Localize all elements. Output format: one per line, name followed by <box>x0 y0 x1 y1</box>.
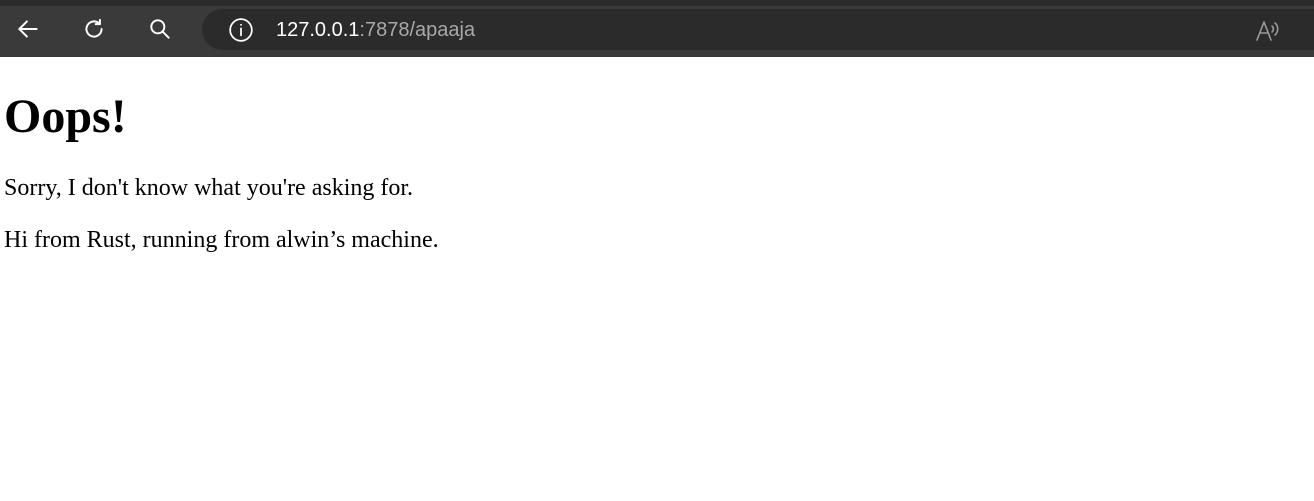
address-bar[interactable]: 127.0.0.1:7878/apaaja <box>202 9 1314 50</box>
browser-toolbar: 127.0.0.1:7878/apaaja <box>0 0 1314 57</box>
reload-icon[interactable] <box>77 12 111 46</box>
read-aloud-icon[interactable] <box>1254 17 1282 45</box>
url-path: :7878/apaaja <box>359 19 476 41</box>
error-message: Sorry, I don't know what you're asking f… <box>4 175 414 201</box>
info-icon[interactable] <box>228 17 254 43</box>
search-icon[interactable] <box>143 12 177 46</box>
back-arrow-icon[interactable] <box>11 12 45 46</box>
url-host: 127.0.0.1 <box>276 19 360 41</box>
footer-message: Hi from Rust, running from alwin’s machi… <box>4 227 439 253</box>
url-text[interactable]: 127.0.0.1:7878/apaaja <box>276 18 475 42</box>
page-heading: Oops! <box>4 90 127 143</box>
